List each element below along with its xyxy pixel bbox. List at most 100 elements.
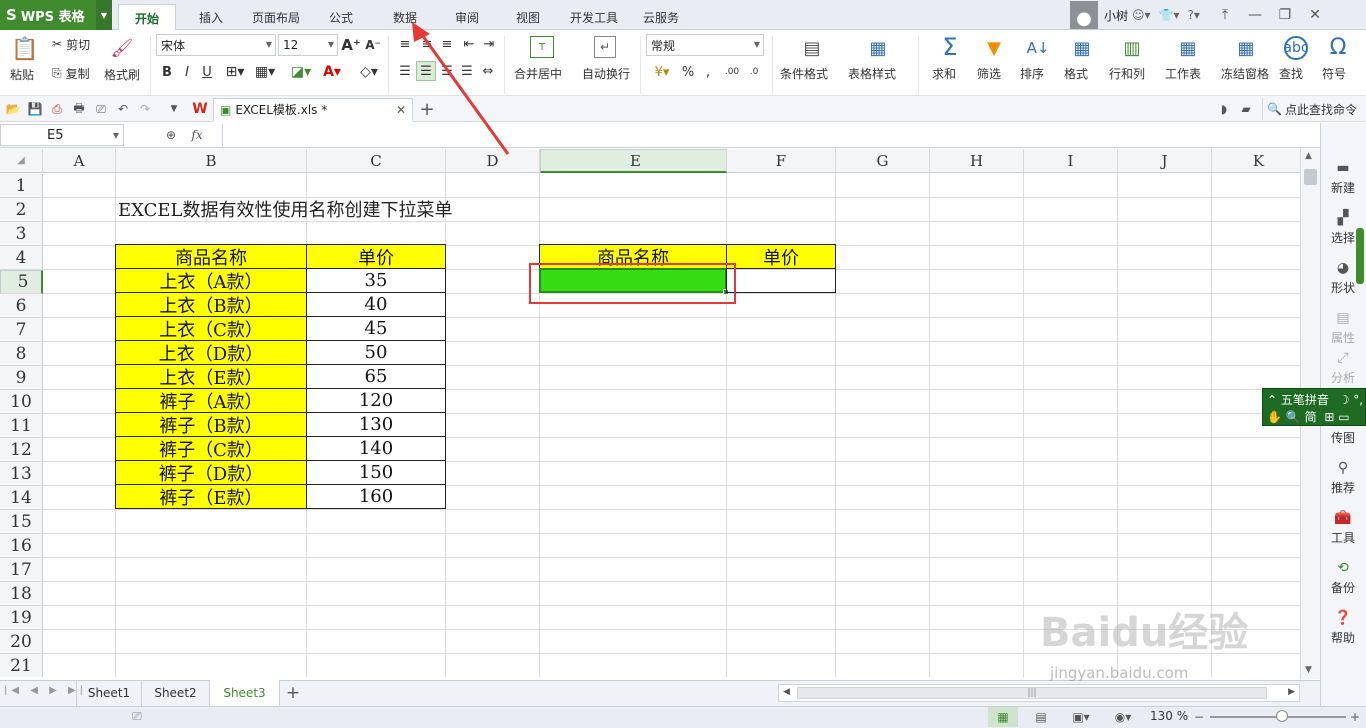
fill-color-icon[interactable]: ◪▾ xyxy=(286,63,316,81)
product-price-cell[interactable]: 40 xyxy=(306,292,446,317)
sort-button[interactable]: 排序 xyxy=(1020,65,1044,82)
new-tab-icon[interactable]: + xyxy=(418,99,436,120)
symbol-button[interactable]: 符号 xyxy=(1322,65,1346,82)
close-button[interactable]: ✕ xyxy=(1300,0,1330,30)
row-header[interactable]: 20 xyxy=(0,630,43,654)
column-header[interactable]: J xyxy=(1118,149,1212,173)
panel-help[interactable]: ❓ 帮助 xyxy=(1320,600,1366,646)
decrease-font-icon[interactable]: A⁻ xyxy=(364,36,382,54)
help-menu-icon[interactable]: ?▾ xyxy=(1188,8,1200,22)
zoom-formula-icon[interactable]: ⊕ xyxy=(162,126,180,144)
tab-insert[interactable]: 插入 xyxy=(188,4,234,30)
upload-icon[interactable]: ⤒ xyxy=(1210,0,1240,30)
name-box[interactable]: E5 ▼ xyxy=(0,124,124,146)
product-name-cell[interactable]: 裤子（A款） xyxy=(115,388,307,413)
page-layout-view-icon[interactable]: ▣▾ xyxy=(1064,707,1098,727)
clear-format-icon[interactable]: ◇▾ xyxy=(356,63,382,81)
scroll-thumb[interactable] xyxy=(1304,169,1317,185)
ime-toolbar[interactable]: ⌃ 五笔拼音 ☽ °, ✋ 🔍 简 ⊞ ▭ xyxy=(1262,388,1366,426)
column-header[interactable]: C xyxy=(307,149,446,173)
format-painter-icon[interactable]: 🖌 xyxy=(110,36,134,60)
currency-icon[interactable]: ¥▾ xyxy=(648,63,676,81)
name-box-dropdown-icon[interactable]: ▼ xyxy=(113,131,119,140)
lookup-header-price[interactable]: 单价 xyxy=(726,244,836,269)
sheet-nav-icons[interactable]: |◀ ◀ ▶ ▶| xyxy=(4,685,87,696)
rows-cols-icon[interactable]: ▥ xyxy=(1120,36,1144,60)
find-button[interactable]: 查找 xyxy=(1279,65,1303,82)
product-price-cell[interactable]: 160 xyxy=(306,484,446,509)
scroll-right-icon[interactable]: ▶ xyxy=(1288,687,1295,697)
redo-icon[interactable]: ↷ xyxy=(136,100,154,118)
ime-keyboard-icon[interactable]: ⊞ ▭ xyxy=(1324,410,1349,424)
sum-button[interactable]: 求和 xyxy=(932,65,956,82)
column-header[interactable]: B xyxy=(116,149,307,173)
sum-icon[interactable]: Σ xyxy=(938,33,962,61)
indent-increase-icon[interactable]: ⇥ xyxy=(480,36,498,52)
product-name-cell[interactable]: 上衣（D款） xyxy=(115,340,307,365)
panel-properties[interactable]: ▤ 属性 xyxy=(1320,300,1366,346)
filter-icon[interactable]: ▼ xyxy=(982,36,1006,60)
decrease-decimal-icon[interactable]: .0 xyxy=(744,63,764,81)
row-header[interactable]: 9 xyxy=(0,366,43,390)
conditional-format-button[interactable]: 条件格式 xyxy=(780,65,828,82)
increase-font-icon[interactable]: A⁺ xyxy=(341,36,361,54)
row-header[interactable]: 19 xyxy=(0,606,43,630)
justify-icon[interactable]: ☰ xyxy=(458,63,476,79)
row-header[interactable]: 3 xyxy=(0,222,43,246)
sheet-tab[interactable]: Sheet1 xyxy=(76,680,142,706)
panel-tools[interactable]: 🧰 工具 xyxy=(1320,500,1366,546)
comment-icon[interactable]: ▰ xyxy=(1238,100,1254,118)
sort-icon[interactable]: A↓ xyxy=(1026,36,1050,60)
paste-icon[interactable]: 📋 xyxy=(11,36,38,62)
underline-button[interactable]: U xyxy=(198,63,216,81)
ime-hand-icon[interactable]: ✋ xyxy=(1267,410,1282,424)
restore-button[interactable]: ❐ xyxy=(1270,0,1300,30)
product-price-cell[interactable]: 150 xyxy=(306,460,446,485)
border-icon[interactable]: ⊞▾ xyxy=(222,63,248,81)
column-header[interactable]: K xyxy=(1212,149,1300,173)
format-button[interactable]: 格式 xyxy=(1064,65,1088,82)
insert-function-button[interactable]: fx xyxy=(186,126,208,144)
zoom-out-icon[interactable]: − xyxy=(1192,707,1206,727)
align-middle-icon[interactable]: ≡ xyxy=(418,36,436,52)
indent-decrease-icon[interactable]: ⇤ xyxy=(460,36,478,52)
row-header[interactable]: 15 xyxy=(0,510,43,534)
ime-simplified-label[interactable]: 简 xyxy=(1305,410,1317,424)
tab-formula[interactable]: 公式 xyxy=(318,4,364,30)
row-header[interactable]: 6 xyxy=(0,294,43,318)
column-header[interactable]: H xyxy=(930,149,1024,173)
reading-mode-icon[interactable]: ◉▾ xyxy=(1106,707,1140,727)
row-header[interactable]: 10 xyxy=(0,390,43,414)
align-left-icon[interactable]: ☰ xyxy=(396,63,414,79)
row-header[interactable]: 14 xyxy=(0,486,43,510)
product-name-cell[interactable]: 上衣（E款） xyxy=(115,364,307,389)
product-price-cell[interactable]: 120 xyxy=(306,388,446,413)
column-header[interactable]: F xyxy=(727,149,836,173)
document-tab[interactable]: ▣ EXCEL模板.xls * ✕ xyxy=(213,98,413,122)
conditional-format-icon[interactable]: ▤ xyxy=(800,36,824,60)
wps-logo-menu[interactable]: S WPS 表格 ▼ xyxy=(0,0,112,30)
row-header[interactable]: 16 xyxy=(0,534,43,558)
panel-collapse-handle[interactable] xyxy=(1356,228,1364,284)
distribute-icon[interactable]: ⇔ xyxy=(478,63,498,79)
filter-button[interactable]: 筛选 xyxy=(977,65,1001,82)
comma-icon[interactable]: , xyxy=(700,63,716,81)
worksheet-icon[interactable]: ▦ xyxy=(1176,36,1200,60)
column-header[interactable]: D xyxy=(446,149,540,173)
zoom-level[interactable]: 130 % xyxy=(1150,709,1188,723)
panel-recommend[interactable]: ⚲ 推荐 xyxy=(1320,450,1366,496)
scroll-left-icon[interactable]: ◀ xyxy=(783,687,790,697)
sheet-tab-active[interactable]: Sheet3 xyxy=(210,680,280,706)
avatar[interactable]: ● xyxy=(1070,1,1098,29)
minimize-button[interactable]: — xyxy=(1240,0,1270,30)
table-style-button[interactable]: 表格样式 xyxy=(848,65,896,82)
app-menu-dropdown-icon[interactable]: ▼ xyxy=(96,0,112,30)
product-price-cell[interactable]: 65 xyxy=(306,364,446,389)
rows-cols-button[interactable]: 行和列 xyxy=(1109,65,1145,82)
row-header[interactable]: 4 xyxy=(0,246,43,270)
number-format-select[interactable]: 常规 ▼ xyxy=(646,34,764,56)
open-folder-icon[interactable]: 📂 xyxy=(4,100,22,118)
font-color-icon[interactable]: A▾ xyxy=(318,63,346,81)
worksheet-button[interactable]: 工作表 xyxy=(1165,65,1201,82)
find-icon[interactable]: abc xyxy=(1283,36,1309,60)
